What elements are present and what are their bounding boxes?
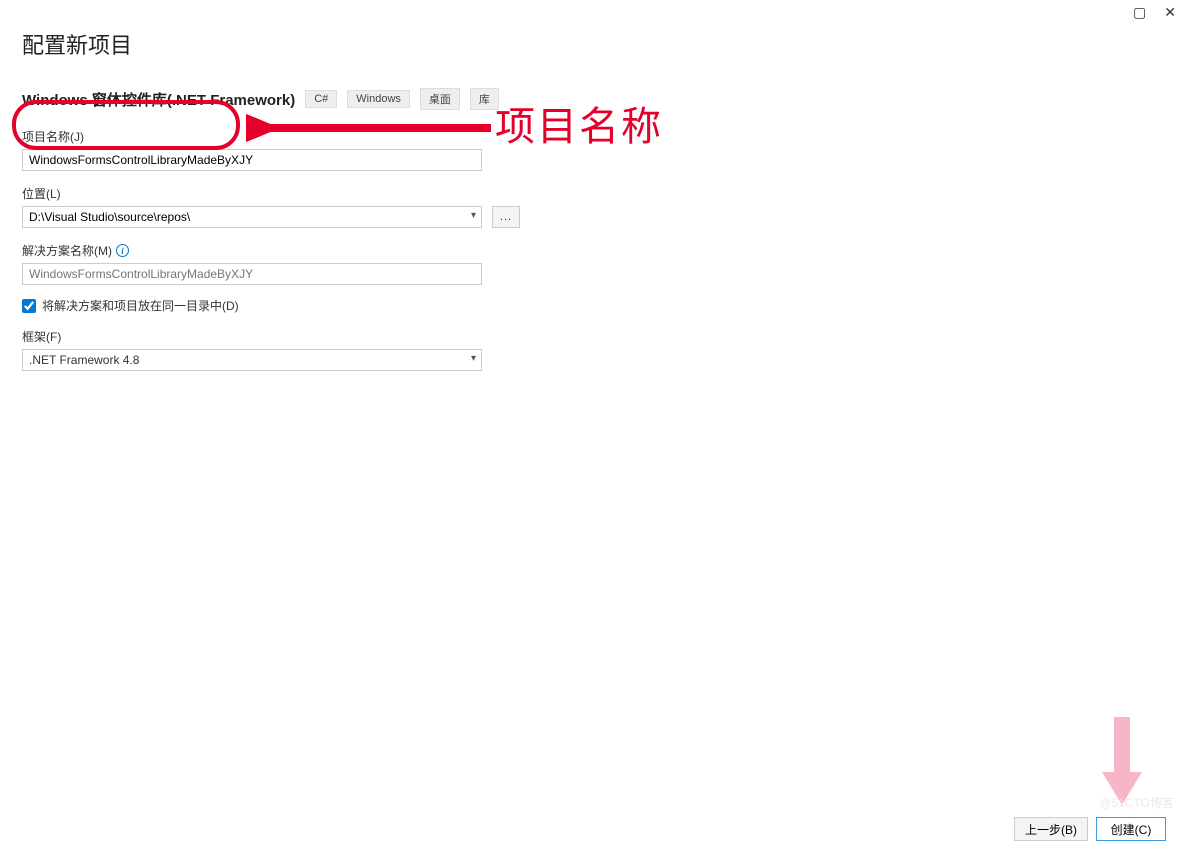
same-directory-row[interactable]: 将解决方案和项目放在同一目录中(D) bbox=[22, 297, 1162, 314]
template-subtitle: Windows 窗体控件库(.NET Framework) bbox=[22, 89, 295, 110]
location-dropdown[interactable]: ▾ bbox=[22, 206, 482, 228]
create-button[interactable]: 创建(C) bbox=[1096, 817, 1166, 841]
close-icon[interactable]: ✕ bbox=[1164, 4, 1176, 21]
tag-windows: Windows bbox=[347, 90, 410, 108]
same-directory-label: 将解决方案和项目放在同一目录中(D) bbox=[42, 297, 239, 314]
solution-name-input bbox=[22, 263, 482, 285]
back-button[interactable]: 上一步(B) bbox=[1014, 817, 1088, 841]
tag-desktop: 桌面 bbox=[420, 88, 460, 110]
info-icon[interactable]: i bbox=[116, 244, 129, 257]
tag-library: 库 bbox=[470, 88, 499, 110]
project-name-label: 项目名称(J) bbox=[22, 128, 1162, 145]
maximize-icon[interactable]: ▢ bbox=[1133, 4, 1146, 21]
browse-button[interactable]: ... bbox=[492, 206, 520, 228]
solution-name-label: 解决方案名称(M) i bbox=[22, 242, 1162, 259]
watermark: @51CTO博客 bbox=[1099, 794, 1174, 811]
page-title: 配置新项目 bbox=[22, 28, 1162, 60]
tag-csharp: C# bbox=[305, 90, 337, 108]
framework-dropdown[interactable]: ▾ bbox=[22, 349, 482, 371]
framework-input[interactable] bbox=[22, 349, 482, 371]
annotation-pink-arrow bbox=[1102, 717, 1142, 807]
same-directory-checkbox[interactable] bbox=[22, 299, 36, 313]
project-name-input[interactable] bbox=[22, 149, 482, 171]
subtitle-row: Windows 窗体控件库(.NET Framework) C# Windows… bbox=[22, 88, 1162, 110]
main-content: 配置新项目 Windows 窗体控件库(.NET Framework) C# W… bbox=[0, 0, 1184, 371]
framework-label: 框架(F) bbox=[22, 328, 1162, 345]
location-label: 位置(L) bbox=[22, 185, 1162, 202]
footer: 上一步(B) 创建(C) bbox=[1014, 817, 1166, 841]
location-input[interactable] bbox=[22, 206, 482, 228]
solution-name-label-text: 解决方案名称(M) bbox=[22, 242, 112, 259]
